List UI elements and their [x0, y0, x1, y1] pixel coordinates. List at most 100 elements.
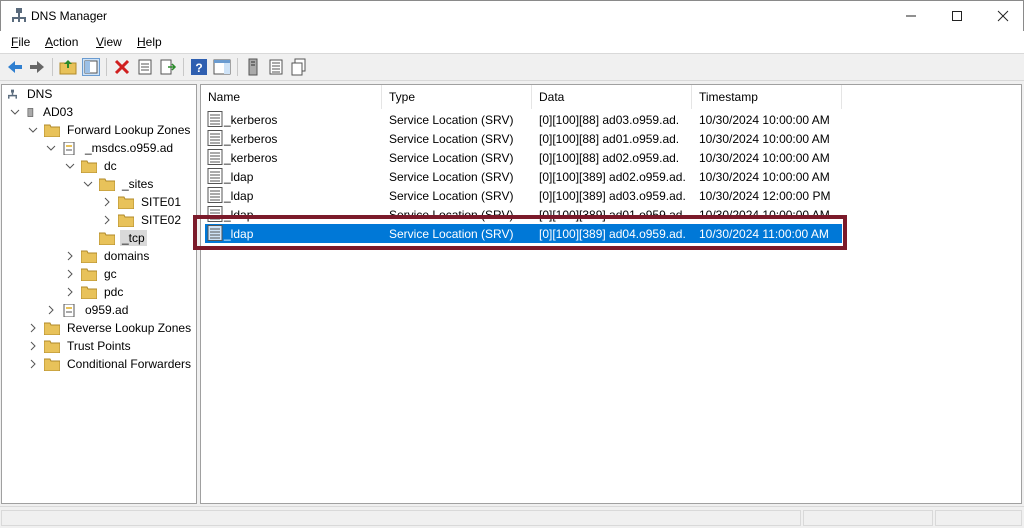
up-folder-icon[interactable] [59, 58, 77, 76]
chevron-down-icon[interactable] [83, 179, 93, 189]
tree-item-domains[interactable]: domains [65, 247, 151, 265]
tree-item-pdc[interactable]: pdc [65, 283, 125, 301]
svg-text:?: ? [195, 61, 202, 75]
table-row[interactable]: _ldap Service Location (SRV) [0][100][389]… [205, 205, 842, 224]
copy-icon[interactable] [290, 58, 308, 76]
cell-name: _ldap [224, 227, 254, 241]
console-tree: DNS AD03 Forward Lookup Zones _msdcs.o95… [1, 84, 197, 504]
export-list-icon[interactable] [159, 58, 177, 76]
show-hide-console-tree-icon[interactable] [82, 58, 100, 76]
cell-name: _kerberos [224, 132, 278, 146]
cell-timestamp: 10/30/2024 10:00:00 AM [699, 151, 830, 165]
tree-item-gc[interactable]: gc [65, 265, 119, 283]
menu-view[interactable]: View [96, 35, 122, 49]
results-list: Name Type Data Timestamp _kerberos Servic… [200, 84, 1022, 504]
cell-type: Service Location (SRV) [389, 151, 514, 165]
tree-item-forward-lookup-zones[interactable]: Forward Lookup Zones [28, 121, 192, 139]
cell-type: Service Location (SRV) [389, 170, 514, 184]
table-row[interactable]: _ldap Service Location (SRV) [0][100][389]… [205, 186, 842, 205]
cell-type: Service Location (SRV) [389, 227, 514, 241]
list-icon[interactable] [267, 58, 285, 76]
close-icon[interactable] [980, 1, 1024, 31]
tree-item-ad03[interactable]: AD03 [10, 103, 75, 121]
record-icon [207, 149, 223, 165]
menu-file[interactable]: File [11, 35, 30, 49]
tree-label: dc [104, 159, 117, 173]
table-row[interactable]: _ldap Service Location (SRV) [0][100][389]… [205, 224, 842, 243]
cell-type: Service Location (SRV) [389, 208, 514, 222]
chevron-right-icon[interactable] [28, 323, 38, 333]
zone-icon [63, 303, 75, 317]
table-row[interactable]: _kerberos Service Location (SRV) [0][100][… [205, 129, 842, 148]
cell-data: [0][100][88] ad03.o959.ad. [539, 113, 680, 127]
forward-icon[interactable] [28, 58, 46, 76]
table-row[interactable]: _ldap Service Location (SRV) [0][100][389]… [205, 167, 842, 186]
minimize-icon[interactable] [888, 1, 934, 31]
tree-label: domains [104, 249, 150, 263]
tree-label: DNS [27, 87, 53, 101]
cell-name: _kerberos [224, 113, 278, 127]
tree-label: Trust Points [67, 339, 131, 353]
folder-icon [44, 124, 60, 137]
cell-timestamp: 10/30/2024 12:00:00 PM [699, 189, 831, 203]
cell-data: [0][100][389] ad02.o959.ad. [539, 170, 686, 184]
show-action-pane-icon[interactable] [213, 58, 231, 76]
back-icon[interactable] [6, 58, 24, 76]
folder-icon [118, 196, 134, 209]
cell-data: [0][100][389] ad04.o959.ad. [539, 227, 686, 241]
tree-item-dc[interactable]: dc [65, 157, 119, 175]
chevron-right-icon[interactable] [65, 251, 75, 261]
tree-item-msdcs-zone[interactable]: _msdcs.o959.ad [46, 139, 175, 157]
column-header-name[interactable]: Name [201, 85, 382, 109]
chevron-down-icon[interactable] [28, 125, 38, 135]
chevron-right-icon[interactable] [102, 215, 112, 225]
tree-item-o959-zone[interactable]: o959.ad [46, 301, 130, 319]
tree-item-tcp[interactable]: _tcp [99, 229, 147, 247]
chevron-right-icon[interactable] [65, 287, 75, 297]
tree-item-dns[interactable]: DNS [8, 85, 54, 103]
zone-icon [63, 141, 75, 155]
cell-name: _ldap [224, 208, 254, 222]
tree-label: Conditional Forwarders [67, 357, 192, 371]
help-icon[interactable]: ? [190, 58, 208, 76]
menu-help[interactable]: Help [137, 35, 162, 49]
tree-item-reverse-lookup-zones[interactable]: Reverse Lookup Zones [28, 319, 193, 337]
maximize-icon[interactable] [934, 1, 980, 31]
column-header-data[interactable]: Data [532, 85, 692, 109]
tree-item-site01[interactable]: SITE01 [102, 193, 183, 211]
cell-type: Service Location (SRV) [389, 189, 514, 203]
tree-item-trust-points[interactable]: Trust Points [28, 337, 133, 355]
chevron-right-icon[interactable] [28, 341, 38, 351]
tree-item-sites[interactable]: _sites [83, 175, 155, 193]
chevron-right-icon[interactable] [46, 305, 56, 315]
toolbar: ? [0, 53, 1024, 81]
menu-bar: File Action View Help [0, 31, 1024, 53]
tree-label: SITE02 [141, 213, 182, 227]
properties-icon[interactable] [136, 58, 154, 76]
chevron-down-icon[interactable] [10, 107, 20, 117]
cell-name: _ldap [224, 170, 254, 184]
chevron-down-icon[interactable] [46, 143, 56, 153]
table-row[interactable]: _kerberos Service Location (SRV) [0][100][… [205, 148, 842, 167]
folder-icon [81, 268, 97, 281]
cell-name: _ldap [224, 189, 254, 203]
tree-label: o959.ad [85, 303, 129, 317]
menu-action[interactable]: Action [45, 35, 78, 49]
delete-icon[interactable] [113, 58, 131, 76]
chevron-right-icon[interactable] [28, 359, 38, 369]
column-header-type[interactable]: Type [382, 85, 532, 109]
tree-label: Reverse Lookup Zones [67, 321, 192, 335]
title-bar: DNS Manager [0, 0, 1024, 31]
tree-item-conditional-forwarders[interactable]: Conditional Forwarders [28, 355, 193, 373]
record-icon [207, 111, 223, 127]
folder-icon [44, 358, 60, 371]
tree-item-site02[interactable]: SITE02 [102, 211, 183, 229]
chevron-down-icon[interactable] [65, 161, 75, 171]
column-header-timestamp[interactable]: Timestamp [692, 85, 842, 109]
table-row[interactable]: _kerberos Service Location (SRV) [0][100][… [205, 110, 842, 129]
tree-label: SITE01 [141, 195, 182, 209]
chevron-right-icon[interactable] [65, 269, 75, 279]
server-icon[interactable] [244, 58, 262, 76]
chevron-right-icon[interactable] [102, 197, 112, 207]
tree-label: gc [104, 267, 117, 281]
